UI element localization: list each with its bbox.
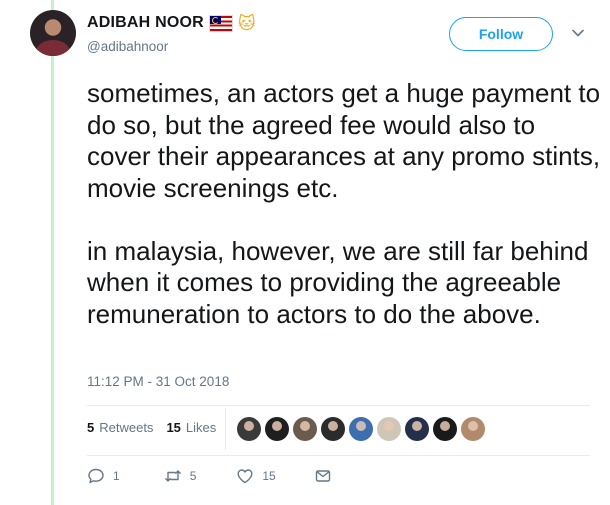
- liker-avatar[interactable]: [321, 417, 345, 441]
- retweets-count: 5: [87, 420, 95, 435]
- divider: [87, 455, 590, 456]
- tweet-actions: 1 5 15: [87, 467, 332, 485]
- retweet-count: 5: [189, 469, 197, 483]
- retweets-stat[interactable]: 5 Retweets: [87, 420, 153, 435]
- reply-count: 1: [113, 469, 120, 483]
- liker-avatar[interactable]: [433, 417, 457, 441]
- author-name-row: ADIBAH NOOR 🐱: [87, 14, 256, 32]
- retweets-label: Retweets: [99, 420, 154, 435]
- stats-separator: [225, 408, 226, 450]
- likes-count: 15: [166, 420, 181, 435]
- cat-face-icon: 🐱: [237, 13, 256, 33]
- tweet-text: sometimes, an actors get a huge payment …: [87, 78, 602, 330]
- tweet-paragraph: in malaysia, however, we are still far b…: [87, 235, 589, 329]
- tweet-stats: 5 Retweets 15 Likes: [87, 420, 229, 435]
- follow-button[interactable]: Follow: [449, 17, 553, 51]
- heart-icon: [237, 469, 253, 484]
- liker-avatars: [237, 417, 485, 441]
- liker-avatar[interactable]: [265, 417, 289, 441]
- author-avatar[interactable]: [30, 10, 76, 56]
- divider: [87, 405, 590, 406]
- thread-line: [51, 0, 54, 505]
- liker-avatar[interactable]: [237, 417, 261, 441]
- envelope-icon: [315, 470, 330, 482]
- likes-stat[interactable]: 15 Likes: [166, 420, 216, 435]
- like-button[interactable]: 15: [236, 467, 276, 485]
- malaysia-flag-icon: [208, 14, 233, 32]
- author-name[interactable]: ADIBAH NOOR: [87, 14, 204, 32]
- tweet-timestamp[interactable]: 11:12 PM - 31 Oct 2018: [87, 374, 229, 389]
- liker-avatar[interactable]: [461, 417, 485, 441]
- reply-button[interactable]: 1: [87, 467, 120, 485]
- tweet-paragraph: sometimes, an actors get a huge payment …: [87, 78, 601, 203]
- retweet-icon: [164, 470, 181, 482]
- direct-message-button[interactable]: [314, 467, 332, 485]
- like-count: 15: [262, 469, 276, 483]
- retweet-button[interactable]: 5: [164, 467, 197, 485]
- liker-avatar[interactable]: [349, 417, 373, 441]
- likes-label: Likes: [185, 420, 217, 435]
- liker-avatar[interactable]: [405, 417, 429, 441]
- chevron-down-icon[interactable]: [571, 26, 585, 40]
- liker-avatar[interactable]: [293, 417, 317, 441]
- reply-icon: [88, 468, 104, 484]
- liker-avatar[interactable]: [377, 417, 401, 441]
- author-handle[interactable]: @adibahnoor: [87, 39, 168, 54]
